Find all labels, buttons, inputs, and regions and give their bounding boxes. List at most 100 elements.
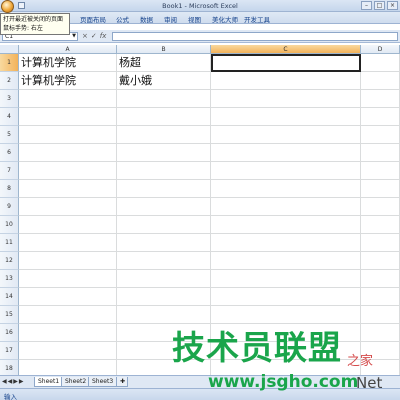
next-sheet-icon[interactable]: ▶ — [13, 378, 18, 385]
tab-data[interactable]: 数据 — [140, 14, 153, 24]
column-header-d[interactable]: D — [361, 45, 400, 54]
cell-a13[interactable] — [19, 270, 117, 288]
column-header-c[interactable]: C — [211, 45, 361, 54]
cell-c11[interactable] — [211, 234, 361, 252]
formula-input[interactable] — [112, 32, 398, 41]
cell-d10[interactable] — [361, 216, 400, 234]
cell-a4[interactable] — [19, 108, 117, 126]
row-header[interactable]: 10 — [0, 216, 19, 234]
cell-c2[interactable] — [211, 72, 361, 90]
cell-b5[interactable] — [117, 126, 211, 144]
cell-d9[interactable] — [361, 198, 400, 216]
cell-d15[interactable] — [361, 306, 400, 324]
tab-view[interactable]: 视图 — [188, 14, 201, 24]
cell-b7[interactable] — [117, 162, 211, 180]
tab-formulas[interactable]: 公式 — [116, 14, 129, 24]
cell-a5[interactable] — [19, 126, 117, 144]
cell-c13[interactable] — [211, 270, 361, 288]
cell-c15[interactable] — [211, 306, 361, 324]
tab-page-layout[interactable]: 页面布局 — [80, 14, 106, 24]
last-sheet-icon[interactable]: ▶ — [19, 378, 24, 385]
cell-d3[interactable] — [361, 90, 400, 108]
cell-c7[interactable] — [211, 162, 361, 180]
cell-a17[interactable] — [19, 342, 117, 360]
row-header[interactable]: 8 — [0, 180, 19, 198]
cell-c5[interactable] — [211, 126, 361, 144]
cell-a15[interactable] — [19, 306, 117, 324]
sheet-tab-3[interactable]: Sheet3 — [88, 377, 118, 387]
row-header[interactable]: 17 — [0, 342, 19, 360]
row-header[interactable]: 16 — [0, 324, 19, 342]
cell-a6[interactable] — [19, 144, 117, 162]
cell-a1[interactable]: 计算机学院 — [19, 54, 117, 72]
close-button[interactable]: × — [387, 1, 398, 10]
cell-d6[interactable] — [361, 144, 400, 162]
tab-developer[interactable]: 开发工具 — [244, 14, 270, 24]
cell-b13[interactable] — [117, 270, 211, 288]
select-all-corner[interactable] — [0, 45, 19, 54]
cell-d8[interactable] — [361, 180, 400, 198]
prev-sheet-icon[interactable]: ◀ — [8, 378, 13, 385]
row-header[interactable]: 11 — [0, 234, 19, 252]
cell-b12[interactable] — [117, 252, 211, 270]
cell-d16[interactable] — [361, 324, 400, 342]
row-header[interactable]: 18 — [0, 360, 19, 375]
tab-review[interactable]: 审阅 — [164, 14, 177, 24]
row-header[interactable]: 3 — [0, 90, 19, 108]
cell-b9[interactable] — [117, 198, 211, 216]
cell-b15[interactable] — [117, 306, 211, 324]
cell-d4[interactable] — [361, 108, 400, 126]
cell-a11[interactable] — [19, 234, 117, 252]
cell-c8[interactable] — [211, 180, 361, 198]
insert-sheet-icon[interactable]: ✚ — [116, 377, 128, 387]
enter-icon[interactable]: ✓ — [91, 32, 97, 40]
cell-d5[interactable] — [361, 126, 400, 144]
cell-d11[interactable] — [361, 234, 400, 252]
cell-b4[interactable] — [117, 108, 211, 126]
row-header[interactable]: 13 — [0, 270, 19, 288]
cell-c12[interactable] — [211, 252, 361, 270]
cell-d7[interactable] — [361, 162, 400, 180]
office-button[interactable] — [1, 0, 14, 13]
cell-a16[interactable] — [19, 324, 117, 342]
row-header[interactable]: 6 — [0, 144, 19, 162]
cell-d14[interactable] — [361, 288, 400, 306]
row-header[interactable]: 1 — [0, 54, 19, 72]
cell-b11[interactable] — [117, 234, 211, 252]
cell-c14[interactable] — [211, 288, 361, 306]
column-header-b[interactable]: B — [117, 45, 211, 54]
cell-b1[interactable]: 杨超 — [117, 54, 211, 72]
cell-c9[interactable] — [211, 198, 361, 216]
row-header[interactable]: 9 — [0, 198, 19, 216]
cell-b14[interactable] — [117, 288, 211, 306]
row-header[interactable]: 12 — [0, 252, 19, 270]
insert-function-icon[interactable]: fx — [100, 32, 107, 40]
cell-c3[interactable] — [211, 90, 361, 108]
maximize-button[interactable]: □ — [374, 1, 385, 10]
cell-a18[interactable] — [19, 360, 117, 375]
cell-c1[interactable] — [211, 54, 361, 72]
row-header[interactable]: 7 — [0, 162, 19, 180]
cell-c10[interactable] — [211, 216, 361, 234]
cancel-icon[interactable]: × — [82, 32, 88, 40]
cell-a7[interactable] — [19, 162, 117, 180]
cell-a9[interactable] — [19, 198, 117, 216]
cell-c6[interactable] — [211, 144, 361, 162]
row-header[interactable]: 5 — [0, 126, 19, 144]
cell-a12[interactable] — [19, 252, 117, 270]
cell-a10[interactable] — [19, 216, 117, 234]
cell-a8[interactable] — [19, 180, 117, 198]
cell-b3[interactable] — [117, 90, 211, 108]
chevron-down-icon[interactable]: ▼ — [72, 33, 76, 40]
row-header[interactable]: 15 — [0, 306, 19, 324]
cell-c4[interactable] — [211, 108, 361, 126]
cell-a3[interactable] — [19, 90, 117, 108]
minimize-button[interactable]: – — [361, 1, 372, 10]
cell-d1[interactable] — [361, 54, 400, 72]
cell-b10[interactable] — [117, 216, 211, 234]
first-sheet-icon[interactable]: ◀ — [2, 378, 7, 385]
cell-d2[interactable] — [361, 72, 400, 90]
row-header[interactable]: 14 — [0, 288, 19, 306]
cell-b8[interactable] — [117, 180, 211, 198]
cell-d12[interactable] — [361, 252, 400, 270]
